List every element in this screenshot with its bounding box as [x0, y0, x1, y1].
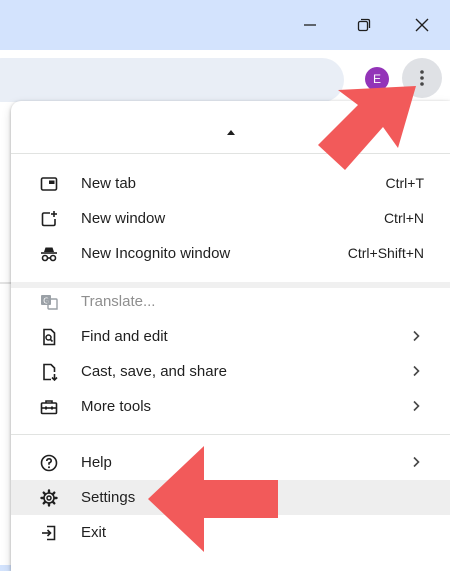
menu-item-new-incognito-window[interactable]: New Incognito window Ctrl+Shift+N: [11, 236, 450, 271]
menu-item-cast-save-share[interactable]: Cast, save, and share: [11, 354, 450, 389]
menu-item-label: New Incognito window: [81, 245, 231, 262]
chevron-right-icon: [413, 365, 420, 377]
settings-icon: [40, 489, 58, 507]
minimize-button[interactable]: [282, 0, 338, 50]
menu-item-label: Help: [81, 454, 112, 471]
menu-item-exit[interactable]: Exit: [11, 515, 450, 550]
find-icon: [43, 328, 56, 346]
menu-item-label: Find and edit: [81, 328, 168, 345]
menu-item-label: Translate...: [81, 293, 156, 310]
close-icon: [415, 18, 429, 32]
incognito-icon: [41, 247, 57, 262]
profile-avatar[interactable]: E: [365, 67, 389, 91]
title-bar: [0, 0, 450, 50]
menu-item-label: Settings: [81, 489, 136, 506]
menu-item-label: More tools: [81, 398, 152, 415]
three-dots-vertical-icon: [420, 70, 424, 86]
chrome-menu: New tab Ctrl+T New window Ctrl+N New Inc…: [11, 101, 450, 571]
menu-item-shortcut: Ctrl+N: [383, 210, 424, 226]
menu-item-shortcut: Ctrl+Shift+N: [347, 245, 424, 261]
new-window-icon: [41, 211, 57, 227]
restore-button[interactable]: [336, 0, 392, 50]
new-tab-icon: [40, 177, 58, 191]
minimize-icon: [304, 24, 316, 26]
menu-separator: [11, 434, 450, 435]
translate-icon: G: [41, 295, 58, 310]
menu-item-new-window[interactable]: New window Ctrl+N: [11, 201, 450, 236]
chevron-right-icon: [413, 456, 420, 468]
cast-save-share-icon: [43, 363, 58, 382]
menu-item-settings[interactable]: Settings: [11, 480, 450, 515]
menu-separator: [11, 153, 450, 154]
restore-icon: [357, 18, 371, 32]
menu-item-shortcut: Ctrl+T: [385, 175, 425, 191]
chevron-right-icon: [413, 400, 420, 412]
caret-up-icon[interactable]: [226, 128, 236, 136]
menu-item-label: New tab: [81, 175, 137, 192]
address-bar[interactable]: [0, 58, 344, 102]
menu-item-label: Exit: [81, 524, 107, 541]
menu-item-label: New window: [81, 210, 166, 227]
menu-item-translate[interactable]: G Translate...: [11, 284, 450, 319]
menu-item-more-tools[interactable]: More tools: [11, 389, 450, 424]
menu-item-find-and-edit[interactable]: Find and edit: [11, 319, 450, 354]
menu-item-new-tab[interactable]: New tab Ctrl+T: [11, 166, 450, 201]
help-icon: [40, 454, 58, 472]
chevron-right-icon: [413, 330, 420, 342]
close-window-button[interactable]: [394, 0, 450, 50]
menu-item-help[interactable]: Help: [11, 445, 450, 480]
chrome-menu-button[interactable]: [402, 58, 442, 98]
exit-icon: [42, 525, 56, 541]
menu-item-label: Cast, save, and share: [81, 363, 227, 380]
toolbox-icon: [40, 400, 58, 415]
